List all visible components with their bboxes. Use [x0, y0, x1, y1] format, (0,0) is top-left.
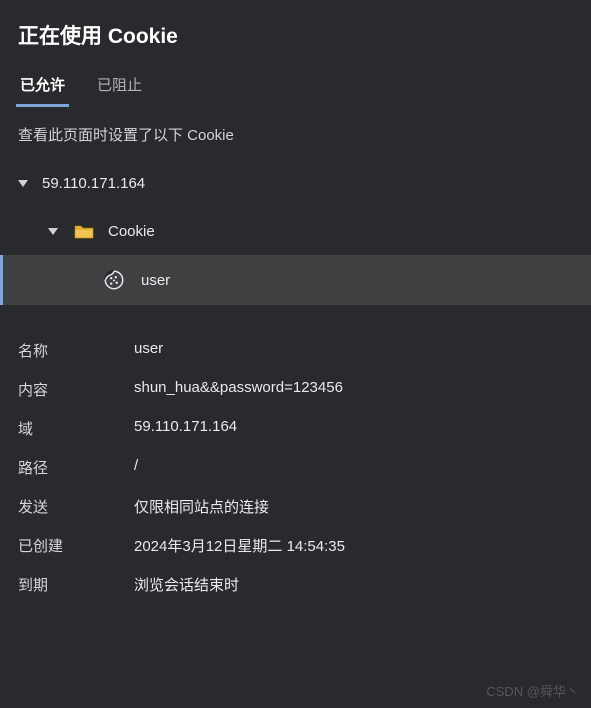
watermark: CSDN @舜华丶 — [486, 681, 579, 700]
detail-value: 2024年3月12日星期二 14:54:35 — [134, 535, 345, 556]
detail-row-domain: 域 59.110.171.164 — [18, 409, 573, 448]
detail-row-created: 已创建 2024年3月12日星期二 14:54:35 — [18, 526, 573, 565]
tree-cookie-row[interactable]: user — [0, 255, 591, 305]
tree-folder-row[interactable]: Cookie — [0, 207, 591, 255]
dialog-title: 正在使用 Cookie — [0, 0, 591, 64]
tab-bar: 已允许 已阻止 — [0, 64, 591, 108]
expand-triangle-icon — [18, 180, 28, 187]
cookie-tree: 59.110.171.164 Cookie user — [0, 159, 591, 305]
description-text: 查看此页面时设置了以下 Cookie — [0, 108, 591, 159]
detail-row-content: 内容 shun_hua&&password=123456 — [18, 370, 573, 409]
cookie-details: 名称 user 内容 shun_hua&&password=123456 域 5… — [0, 305, 591, 622]
folder-icon — [74, 223, 94, 239]
tab-allowed[interactable]: 已允许 — [18, 64, 67, 107]
expand-triangle-icon — [48, 228, 58, 235]
tab-blocked[interactable]: 已阻止 — [95, 64, 144, 107]
cookie-icon — [103, 269, 125, 291]
detail-value: user — [134, 340, 163, 361]
detail-label: 发送 — [18, 496, 134, 517]
detail-row-expires: 到期 浏览会话结束时 — [18, 565, 573, 604]
detail-value: 浏览会话结束时 — [134, 574, 239, 595]
detail-label: 路径 — [18, 457, 134, 478]
detail-label: 到期 — [18, 574, 134, 595]
detail-value: 仅限相同站点的连接 — [134, 496, 269, 517]
detail-value: / — [134, 457, 138, 478]
detail-label: 内容 — [18, 379, 134, 400]
tree-cookie-label: user — [141, 272, 170, 289]
tree-domain-label: 59.110.171.164 — [42, 175, 145, 192]
detail-row-name: 名称 user — [18, 331, 573, 370]
detail-value: shun_hua&&password=123456 — [134, 379, 343, 400]
detail-label: 域 — [18, 418, 134, 439]
detail-row-send: 发送 仅限相同站点的连接 — [18, 487, 573, 526]
detail-row-path: 路径 / — [18, 448, 573, 487]
tree-domain-row[interactable]: 59.110.171.164 — [0, 159, 591, 207]
tree-folder-label: Cookie — [108, 223, 155, 240]
detail-label: 名称 — [18, 340, 134, 361]
detail-value: 59.110.171.164 — [134, 418, 237, 439]
detail-label: 已创建 — [18, 535, 134, 556]
